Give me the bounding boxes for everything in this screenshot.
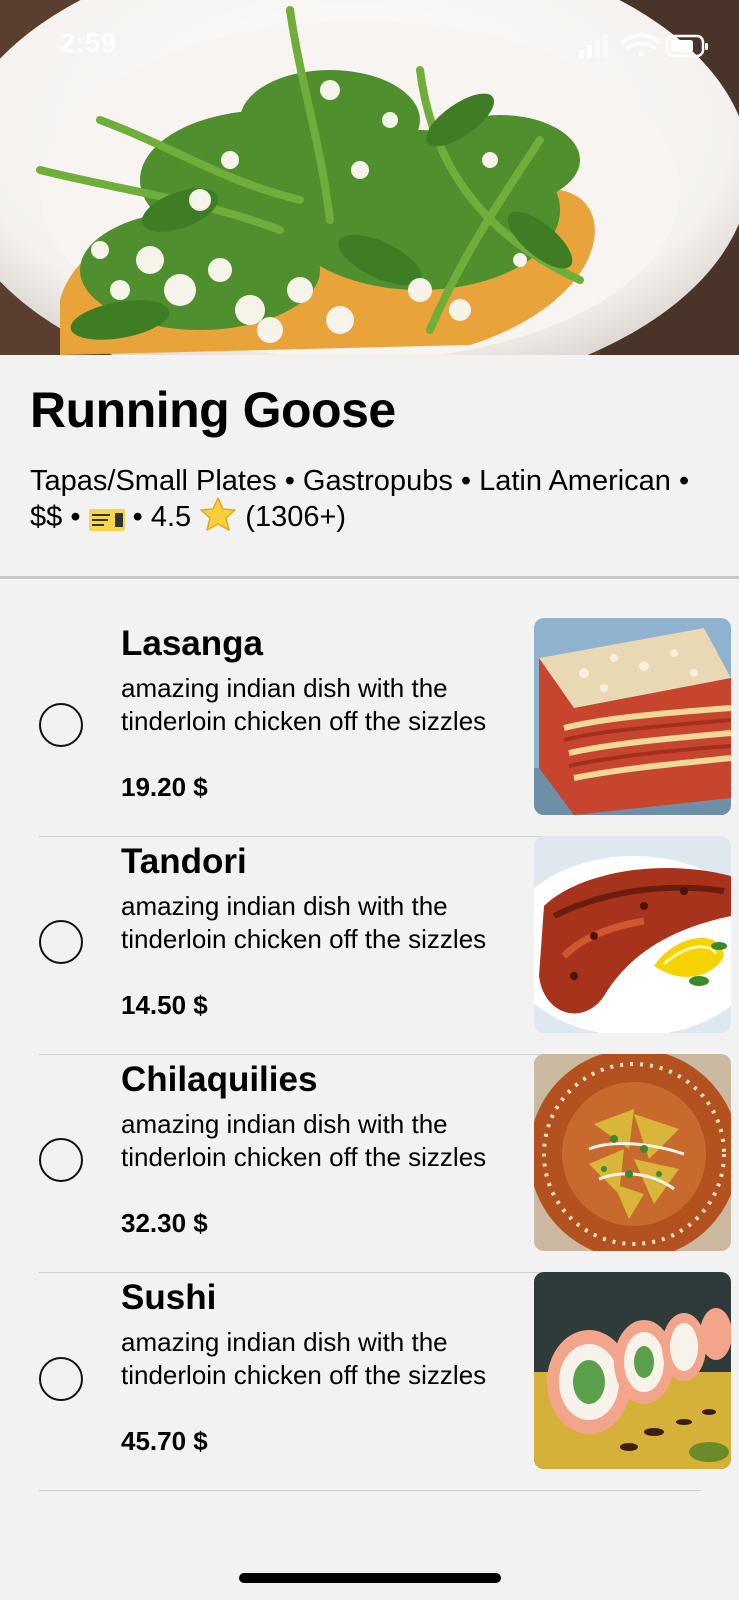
meta-separator: • — [284, 465, 295, 497]
select-radio[interactable] — [39, 703, 83, 747]
item-description: amazing indian dish with the tinderloin … — [121, 891, 487, 954]
price-level: $$ — [30, 501, 63, 533]
review-count: (1306+) — [245, 501, 347, 533]
item-price: 19.20 $ — [121, 772, 208, 802]
item-price: 14.50 $ — [121, 990, 208, 1020]
item-name: Lasanga — [121, 624, 263, 663]
meta-separator: • — [70, 501, 81, 533]
battery-icon — [665, 34, 708, 58]
header-divider — [0, 576, 739, 579]
category-tapas: Tapas/Small Plates — [30, 465, 277, 497]
cellular-signal-icon — [579, 35, 608, 58]
home-indicator[interactable] — [239, 1573, 501, 1583]
concert-ticket-icon — [88, 504, 125, 532]
menu-item[interactable]: Lasanga amazing indian dish with the tin… — [0, 618, 739, 835]
item-name: Tandori — [121, 842, 247, 881]
meta-separator: • — [132, 501, 143, 533]
item-name: Sushi — [121, 1278, 217, 1317]
meta-separator: • — [679, 465, 690, 497]
item-description: amazing indian dish with the tinderloin … — [121, 673, 487, 736]
item-price: 45.70 $ — [121, 1426, 208, 1456]
category-gastropubs: Gastropubs — [302, 465, 453, 497]
restaurant-meta: Tapas/Small Plates • Gastropubs • Latin … — [30, 463, 720, 535]
chilaquiles-photo — [534, 1054, 731, 1251]
item-name: Chilaquilies — [121, 1060, 318, 1099]
tandoori-chicken-photo — [534, 836, 731, 1033]
status-bar: 2:59 — [0, 0, 739, 92]
restaurant-name: Running Goose — [30, 382, 396, 438]
restaurant-header: Running Goose Tapas/Small Plates • Gastr… — [0, 355, 739, 577]
lasagna-photo — [534, 618, 731, 815]
wifi-icon — [621, 33, 661, 57]
category-latin-american: Latin American — [479, 465, 671, 497]
menu-item[interactable]: Chilaquilies amazing indian dish with th… — [0, 1054, 739, 1271]
status-time: 2:59 — [60, 28, 117, 58]
menu-item[interactable]: Sushi amazing indian dish with the tinde… — [0, 1272, 739, 1489]
item-description: amazing indian dish with the tinderloin … — [121, 1327, 487, 1390]
status-icons — [579, 32, 709, 60]
sushi-photo — [534, 1272, 731, 1469]
meta-separator: • — [460, 465, 472, 497]
menu-item[interactable]: Tandori amazing indian dish with the tin… — [0, 836, 739, 1053]
select-radio[interactable] — [39, 1357, 83, 1401]
item-divider — [39, 1490, 701, 1491]
item-price: 32.30 $ — [121, 1208, 208, 1238]
star-icon — [199, 497, 237, 532]
select-radio[interactable] — [39, 1138, 83, 1182]
select-radio[interactable] — [39, 920, 83, 964]
item-description: amazing indian dish with the tinderloin … — [121, 1109, 487, 1172]
rating-value: 4.5 — [150, 501, 192, 533]
